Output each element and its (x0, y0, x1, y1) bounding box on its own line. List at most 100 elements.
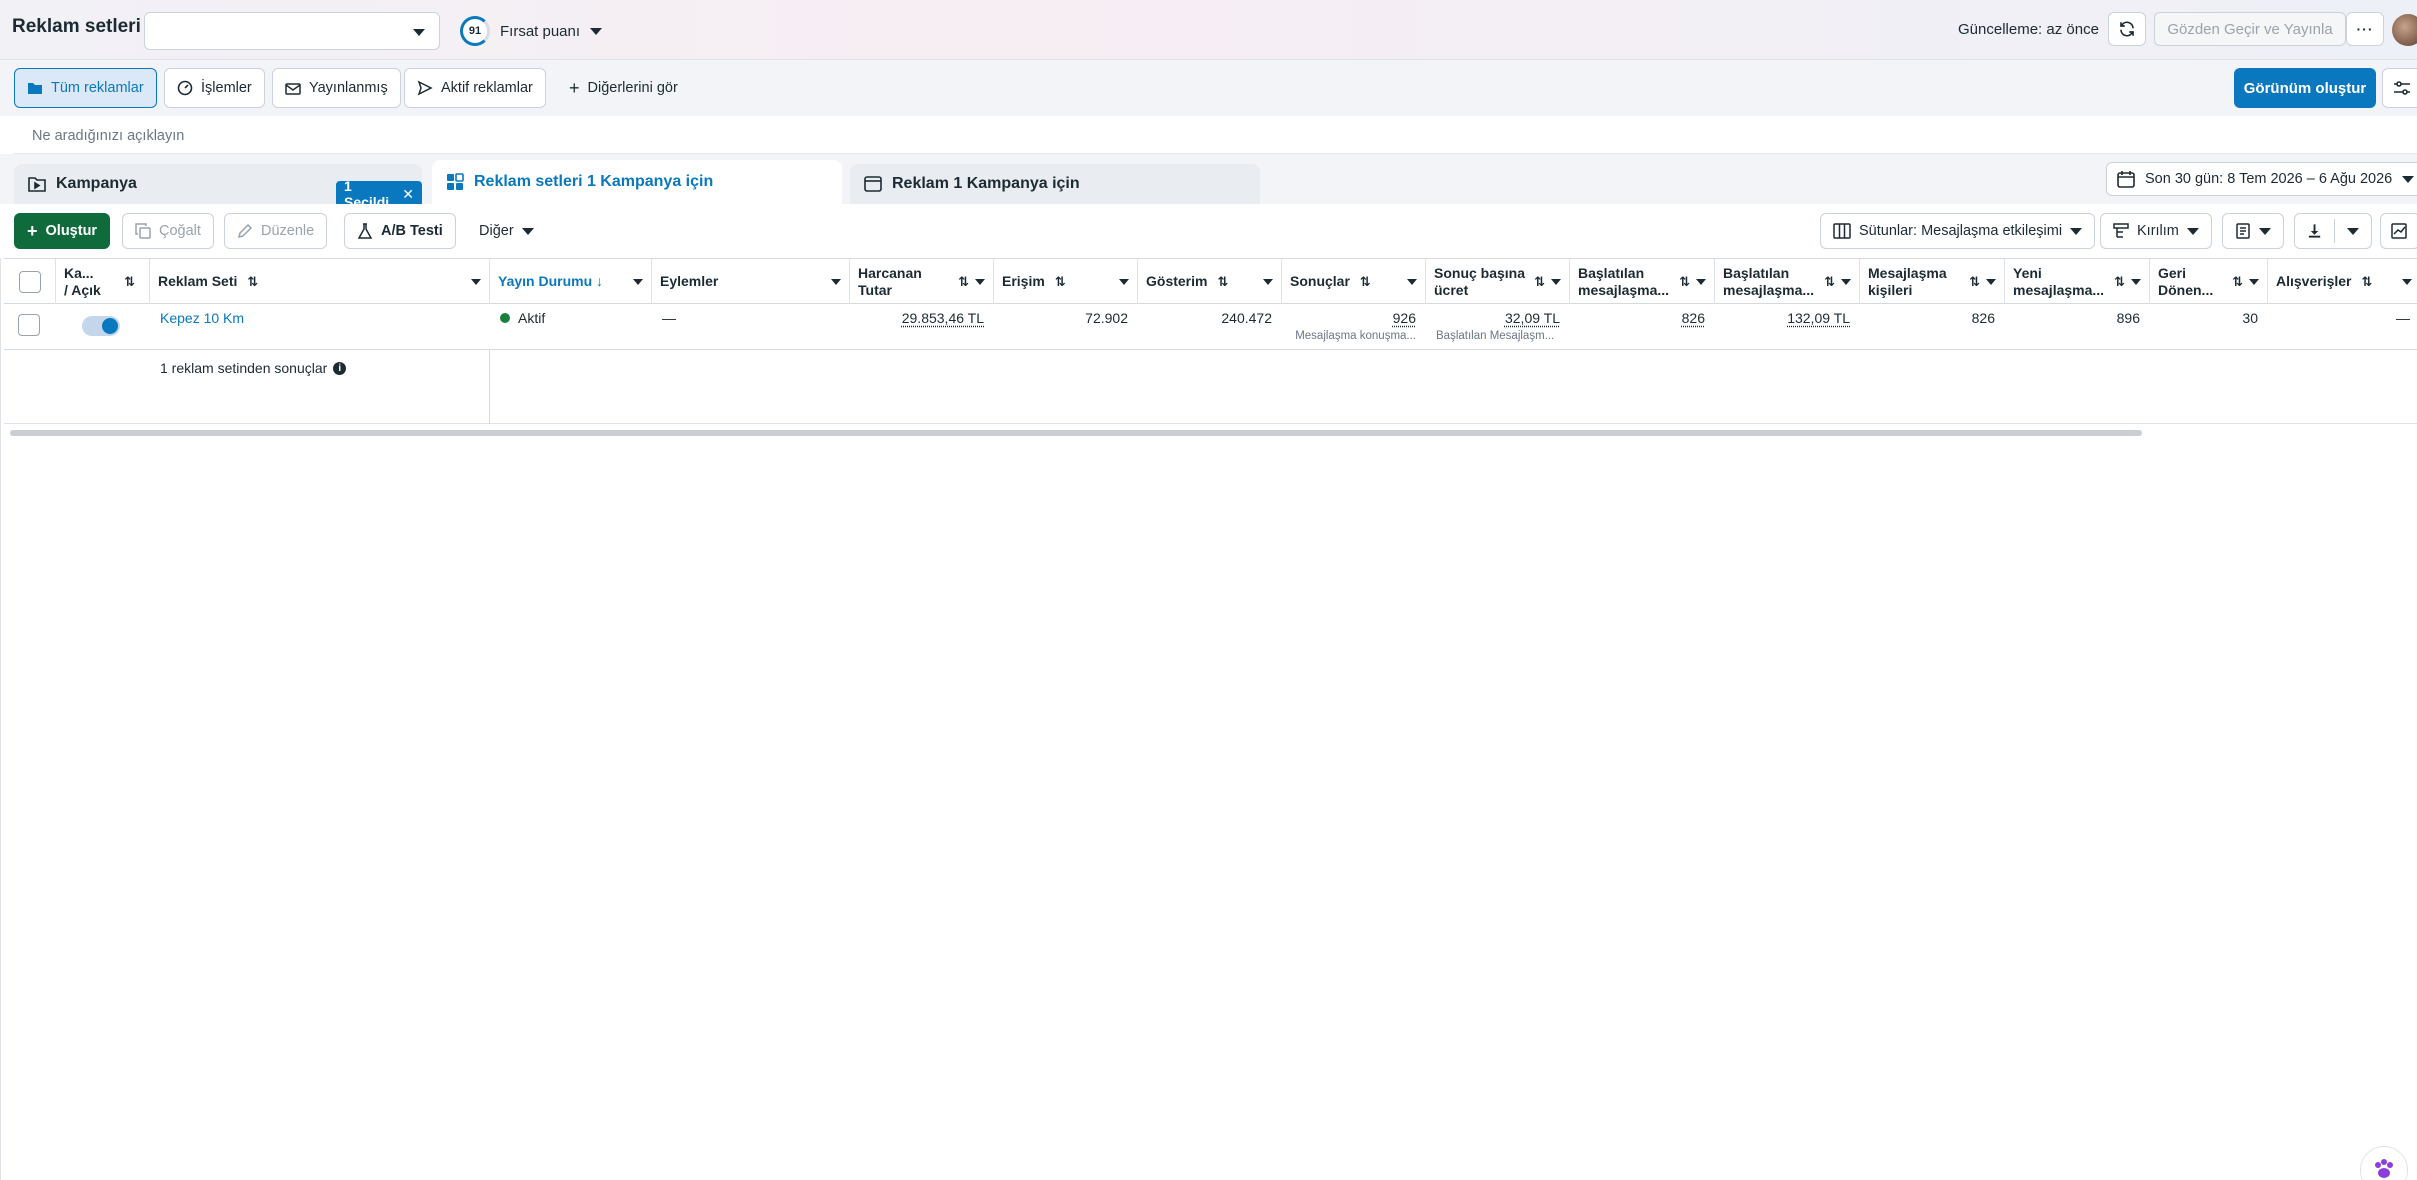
filter-active-ads[interactable]: Aktif reklamlar (404, 68, 546, 108)
refresh-icon (2120, 21, 2134, 37)
col-reach[interactable]: Erişim ⇅ (994, 259, 1138, 304)
col-returning[interactable]: Geri Dönen... ⇅ (2150, 259, 2268, 304)
create-button[interactable]: + Oluştur (14, 213, 111, 249)
sort-icon[interactable]: ⇅ (247, 274, 258, 289)
sort-icon[interactable]: ⇅ (2361, 274, 2372, 289)
plus-icon: + (27, 220, 38, 241)
breakdown-button[interactable]: Kırılım (2100, 213, 2212, 249)
col-messaging-contacts[interactable]: Mesajlaşma kişileri ⇅ (1860, 259, 2005, 304)
chevron-down-icon[interactable] (1986, 278, 1996, 285)
folder-icon (28, 83, 42, 94)
search-input[interactable] (14, 118, 2417, 153)
paw-icon (2375, 1159, 2393, 1178)
sort-icon[interactable]: ⇅ (124, 273, 135, 290)
status-cell: Aktif (490, 304, 652, 350)
duplicate-button[interactable]: Çoğalt (122, 213, 214, 249)
charts-button[interactable] (2380, 213, 2417, 249)
reports-button[interactable] (2222, 213, 2284, 249)
campaign-select[interactable] (144, 12, 440, 50)
returning-cell: 30 (2242, 310, 2258, 326)
chevron-down-icon[interactable] (2249, 278, 2259, 285)
sort-icon[interactable]: ⇅ (1969, 273, 1980, 290)
sort-icon[interactable]: ⇅ (1679, 273, 1690, 290)
summary-row: 1 reklam setinden sonuçlar i (4, 350, 2417, 424)
chevron-down-icon[interactable] (831, 278, 841, 285)
refresh-button[interactable] (2108, 12, 2146, 46)
col-toggle[interactable]: Ka... / Açık ⇅ (56, 259, 150, 304)
tab-campaign[interactable]: Kampanya 1 Seçildi ✕ (14, 164, 422, 210)
review-publish-button[interactable]: Gözden Geçir ve Yayınla (2154, 12, 2346, 46)
arrow-down-icon[interactable]: ↓ (596, 273, 603, 289)
table-row[interactable]: Kepez 10 Km Aktif — 29.853,46 TL 72.902 … (4, 304, 2417, 350)
col-results[interactable]: Sonuçlar ⇅ (1282, 259, 1426, 304)
chevron-down-icon[interactable] (1696, 278, 1706, 285)
chevron-down-icon[interactable] (2402, 278, 2412, 285)
other-menu-button[interactable]: Diğer (466, 213, 547, 249)
col-cost-per-result[interactable]: Sonuç başına ücret ⇅ (1426, 259, 1570, 304)
sort-icon[interactable]: ⇅ (958, 273, 969, 290)
mail-icon (285, 83, 301, 95)
col-impressions[interactable]: Gösterim ⇅ (1138, 259, 1282, 304)
chevron-down-icon[interactable] (471, 278, 481, 285)
chevron-down-icon[interactable] (975, 278, 985, 285)
avatar[interactable] (2392, 14, 2417, 46)
row-checkbox[interactable] (18, 314, 40, 336)
see-more-filters[interactable]: + Diğerlerini gör (556, 68, 691, 108)
opportunity-score[interactable]: 91 Fırsat puanı (460, 16, 603, 46)
plus-icon: + (569, 77, 580, 98)
chevron-down-icon[interactable] (633, 278, 643, 285)
sliders-icon (2394, 81, 2410, 95)
col-new-messaging[interactable]: Yeni mesajlaşma... ⇅ (2005, 259, 2150, 304)
create-view-button[interactable]: Görünüm oluştur (2234, 68, 2376, 108)
chevron-down-icon[interactable] (1407, 278, 1417, 285)
info-icon[interactable]: i (333, 361, 347, 375)
sort-icon[interactable]: ⇅ (1824, 273, 1835, 290)
close-icon[interactable]: ✕ (402, 186, 414, 203)
chevron-down-icon[interactable] (2131, 278, 2141, 285)
sort-icon[interactable]: ⇅ (2114, 273, 2125, 290)
sort-icon[interactable]: ⇅ (1217, 274, 1228, 289)
chevron-down-icon[interactable] (1119, 278, 1129, 285)
actions-cell: — (662, 310, 676, 326)
summary-cell: 1 reklam setinden sonuçlar i (4, 350, 490, 424)
filter-settings-button[interactable] (2382, 68, 2417, 108)
results-cell: 926 Mesajlaşma konuşma... (1282, 304, 1426, 350)
sort-icon[interactable]: ⇅ (1055, 274, 1066, 289)
chevron-down-icon[interactable] (1841, 278, 1851, 285)
paw-logo-icon[interactable] (2360, 1146, 2408, 1180)
filter-all-ads[interactable]: Tüm reklamlar (14, 68, 157, 108)
adset-on-off-toggle[interactable] (82, 316, 120, 336)
adset-name-link[interactable]: Kepez 10 Km (160, 310, 244, 326)
table-header: Ka... / Açık ⇅ Reklam Seti ⇅ Yayın Durumu… (4, 258, 2417, 304)
columns-button[interactable]: Sütunlar: Mesajlaşma etkileşimi (1820, 213, 2096, 249)
col-spent[interactable]: Harcanan Tutar ⇅ (850, 259, 994, 304)
chevron-down-icon[interactable] (1263, 278, 1273, 285)
export-button[interactable] (2294, 213, 2372, 249)
summary-text: 1 reklam setinden sonuçlar (160, 360, 328, 376)
col-adset[interactable]: Reklam Seti ⇅ (150, 259, 490, 304)
duplicate-icon (135, 223, 151, 239)
chevron-down-icon (521, 227, 534, 235)
horizontal-scrollbar[interactable] (10, 430, 2142, 436)
chevron-down-icon (413, 29, 425, 36)
sort-icon[interactable]: ⇅ (1360, 274, 1371, 289)
chevron-down-icon[interactable] (1551, 278, 1561, 285)
col-actions[interactable]: Eylemler (652, 259, 850, 304)
more-options-button[interactable]: ··· (2346, 12, 2384, 46)
edit-button[interactable]: Düzenle (224, 213, 328, 249)
filter-actions[interactable]: İşlemler (164, 68, 265, 108)
col-started-conversations[interactable]: Başlatılan mesajlaşma... ⇅ (1570, 259, 1715, 304)
filter-published[interactable]: Yayınlanmış (272, 68, 401, 108)
status-dot-icon (500, 313, 510, 323)
tab-ads[interactable]: Reklam 1 Kampanya için (850, 164, 1260, 204)
tab-adsets[interactable]: Reklam setleri 1 Kampanya için (432, 160, 842, 204)
ab-test-button[interactable]: A/B Testi (344, 213, 456, 249)
col-started-conversations-cost[interactable]: Başlatılan mesajlaşma... ⇅ (1715, 259, 1860, 304)
col-purchases[interactable]: Alışverişler ⇅ (2268, 259, 2417, 304)
date-range-picker[interactable]: Son 30 gün: 8 Tem 2026 – 6 Ağu 2026 (2106, 162, 2417, 196)
col-status[interactable]: Yayın Durumu ↓ (490, 259, 652, 304)
sort-icon[interactable]: ⇅ (1534, 273, 1545, 290)
select-all-checkbox[interactable] (18, 270, 41, 293)
sort-icon[interactable]: ⇅ (2232, 273, 2243, 290)
pencil-icon (237, 223, 253, 239)
